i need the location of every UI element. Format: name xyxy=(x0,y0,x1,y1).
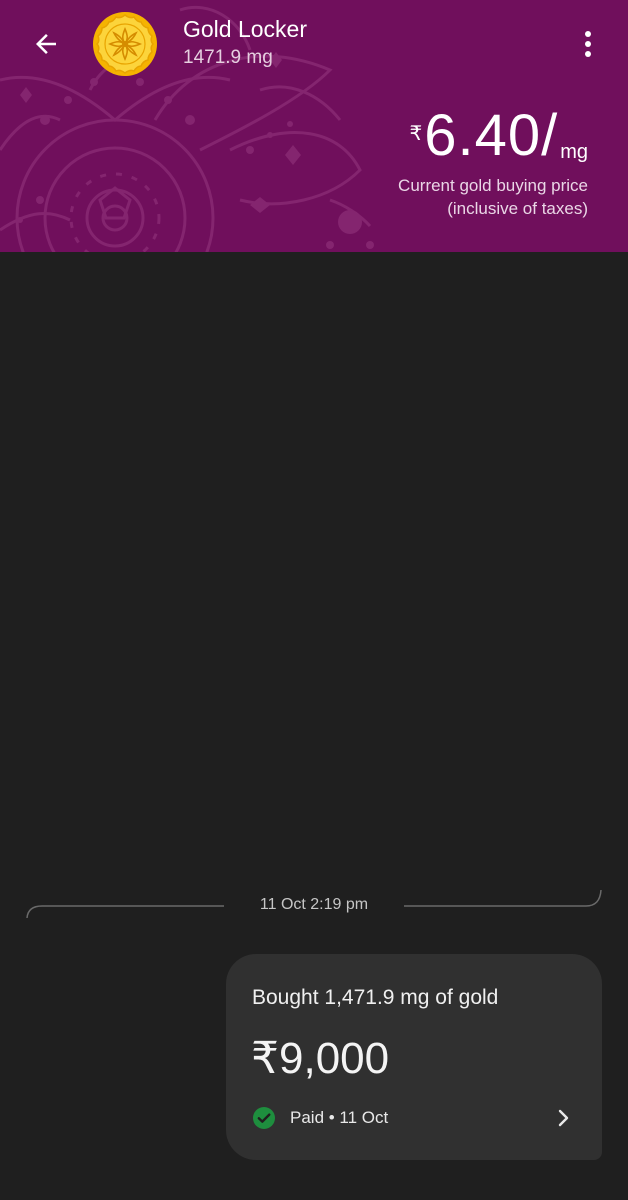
transaction-description: Bought 1,471.9 mg of gold xyxy=(252,986,499,1009)
price-caption-line1: Current gold buying price xyxy=(398,176,588,195)
chevron-right-icon xyxy=(558,1109,569,1127)
timestamp: 11 Oct 2:19 pm xyxy=(259,896,369,913)
price-currency: ₹ xyxy=(409,123,423,145)
gold-price: ₹ 6.40/ mg Current gold buying price (in… xyxy=(398,104,588,220)
page-title: Gold Locker xyxy=(183,16,308,42)
date-divider: 11 Oct 2:19 pm xyxy=(26,884,602,924)
gold-coin-icon xyxy=(93,12,157,76)
status-text: Paid • 11 Oct xyxy=(290,1108,389,1127)
back-button[interactable] xyxy=(22,22,70,66)
price-caption: Current gold buying price (inclusive of … xyxy=(398,174,588,220)
price-unit: mg xyxy=(560,141,588,163)
transaction-card[interactable]: Bought 1,471.9 mg of gold ₹9,000 Paid • … xyxy=(226,954,602,1160)
header: Gold Locker 1471.9 mg ₹ 6.40/ mg Current… xyxy=(0,0,628,252)
more-vert-icon xyxy=(585,31,591,57)
more-options-button[interactable] xyxy=(566,20,610,68)
price-caption-line2: (inclusive of taxes) xyxy=(447,199,588,218)
gold-balance: 1471.9 mg xyxy=(183,47,273,68)
arrow-back-icon xyxy=(36,34,56,54)
price-value: 6.40/ xyxy=(424,103,559,168)
title-block: Gold Locker 1471.9 mg xyxy=(183,14,307,72)
gold-locker-screen: Gold Locker 1471.9 mg ₹ 6.40/ mg Current… xyxy=(0,0,628,1200)
price-line: ₹ 6.40/ mg xyxy=(398,104,588,168)
transaction-amount: ₹9,000 xyxy=(251,1034,390,1083)
transaction-status: Paid • 11 Oct xyxy=(252,1106,388,1130)
check-circle-icon xyxy=(253,1107,275,1129)
